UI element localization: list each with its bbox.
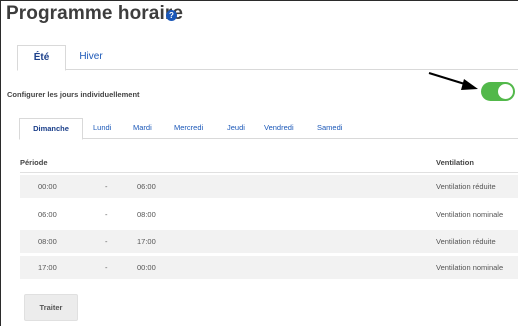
traiter-button[interactable]: Traiter <box>24 294 78 321</box>
tab-mercredi[interactable]: Mercredi <box>174 118 203 139</box>
column-header-ventilation: Ventilation <box>436 158 474 167</box>
pointer-arrow-icon <box>428 72 478 90</box>
tab-mardi[interactable]: Mardi <box>133 118 152 139</box>
table-row[interactable]: 08:00 - 17:00 Ventilation réduite <box>20 230 518 253</box>
tab-jeudi[interactable]: Jeudi <box>227 118 245 139</box>
tab-lundi[interactable]: Lundi <box>93 118 111 139</box>
ventilation-mode: Ventilation nominale <box>436 210 504 219</box>
ventilation-mode: Ventilation nominale <box>436 263 504 272</box>
tab-hiver[interactable]: Hiver <box>77 45 105 70</box>
period-separator: - <box>105 182 108 191</box>
toggle-knob <box>498 84 513 99</box>
help-icon[interactable]: ? <box>166 10 177 21</box>
period-start: 17:00 <box>38 263 57 272</box>
table-divider <box>20 172 518 173</box>
ventilation-mode: Ventilation réduite <box>436 182 496 191</box>
table-row[interactable]: 17:00 - 00:00 Ventilation nominale <box>20 256 518 279</box>
period-end: 08:00 <box>137 210 156 219</box>
period-end: 00:00 <box>137 263 156 272</box>
table-row[interactable]: 00:00 - 06:00 Ventilation réduite <box>20 175 518 198</box>
tab-vendredi[interactable]: Vendredi <box>264 118 294 139</box>
tab-ete[interactable]: Été <box>17 45 66 71</box>
tab-dimanche[interactable]: Dimanche <box>19 118 83 140</box>
period-separator: - <box>105 237 108 246</box>
table-row[interactable]: 06:00 - 08:00 Ventilation nominale <box>20 203 518 226</box>
day-tabs: Dimanche Lundi Mardi Mercredi Jeudi Vend… <box>19 118 518 140</box>
period-separator: - <box>105 210 108 219</box>
configure-days-toggle[interactable] <box>481 82 515 101</box>
period-start: 00:00 <box>38 182 57 191</box>
page-title: Programme horaire <box>6 3 183 24</box>
season-tabs: Été Hiver <box>17 45 518 71</box>
period-end: 06:00 <box>137 182 156 191</box>
period-separator: - <box>105 263 108 272</box>
configure-days-label: Configurer les jours individuellement <box>7 90 140 99</box>
period-start: 08:00 <box>38 237 57 246</box>
period-start: 06:00 <box>38 210 57 219</box>
column-header-period: Période <box>20 158 48 167</box>
ventilation-mode: Ventilation réduite <box>436 237 496 246</box>
period-end: 17:00 <box>137 237 156 246</box>
tab-samedi[interactable]: Samedi <box>317 118 342 139</box>
